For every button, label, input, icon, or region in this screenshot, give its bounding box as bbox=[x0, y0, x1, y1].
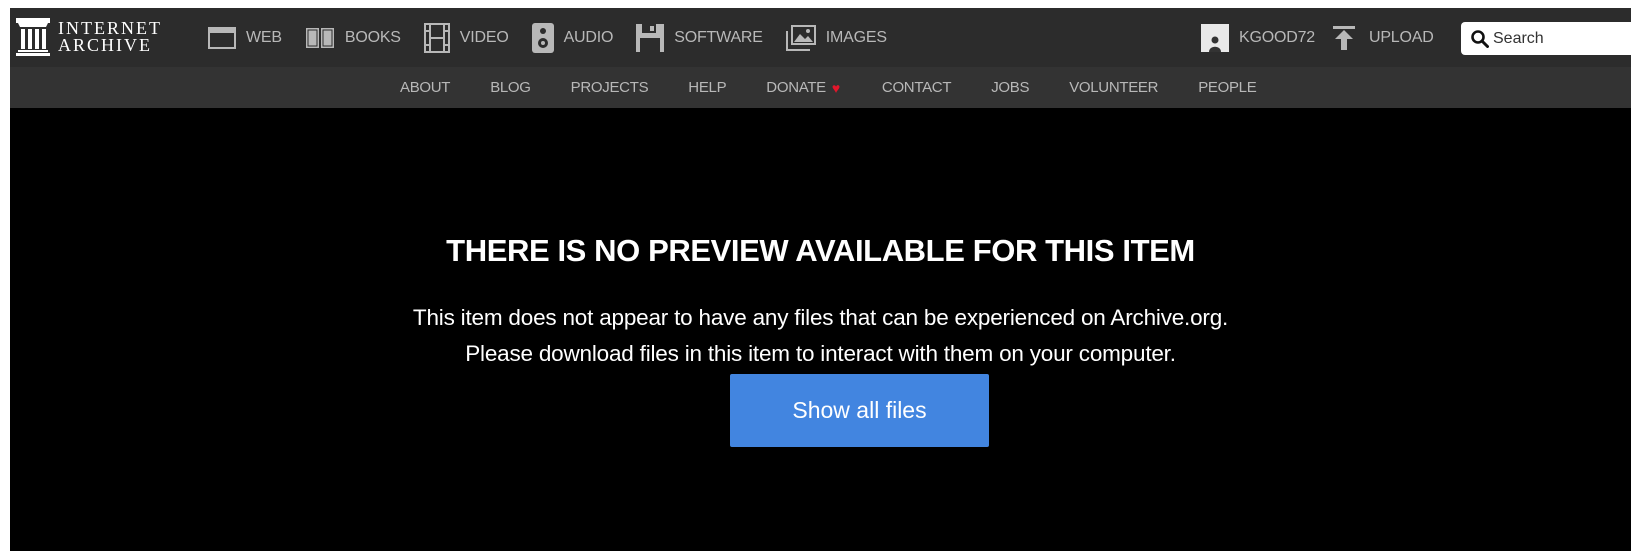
nav-donate[interactable]: DONATE ♥ bbox=[766, 79, 840, 96]
no-preview-message: This item does not appear to have any fi… bbox=[10, 300, 1631, 372]
secondary-nav: ABOUT BLOG PROJECTS HELP DONATE ♥ CONTAC… bbox=[10, 67, 1631, 108]
nav-books[interactable]: BOOKS bbox=[305, 27, 401, 49]
nav-audio[interactable]: AUDIO bbox=[531, 22, 614, 53]
search-input[interactable] bbox=[1493, 29, 1623, 48]
no-preview-message-line1: This item does not appear to have any fi… bbox=[412, 305, 1229, 330]
user-area: KGOOD72 UPLOAD bbox=[1201, 8, 1434, 67]
user-avatar[interactable] bbox=[1201, 23, 1229, 52]
nav-web-label: WEB bbox=[246, 28, 282, 46]
logo-line-archive: ARCHIVE bbox=[58, 35, 152, 55]
heart-icon: ♥ bbox=[831, 79, 840, 96]
nav-jobs[interactable]: JOBS bbox=[991, 79, 1029, 96]
archive-building-icon bbox=[16, 18, 50, 56]
books-icon bbox=[305, 27, 334, 48]
user-icon bbox=[1209, 36, 1221, 52]
search-icon bbox=[1471, 29, 1489, 48]
software-icon bbox=[636, 23, 665, 52]
no-preview-message-line2: Please download files in this item to in… bbox=[465, 341, 1176, 366]
nav-blog[interactable]: BLOG bbox=[490, 79, 531, 96]
nav-volunteer[interactable]: VOLUNTEER bbox=[1069, 79, 1158, 96]
upload-icon bbox=[1332, 25, 1355, 50]
nav-donate-label: DONATE bbox=[766, 79, 826, 96]
nav-images-label: IMAGES bbox=[825, 28, 887, 46]
nav-web[interactable]: WEB bbox=[208, 26, 282, 49]
internet-archive-logo[interactable]: INTERNET ARCHIVE bbox=[16, 13, 162, 61]
logo-wordmark: INTERNET ARCHIVE bbox=[58, 19, 162, 55]
username-link[interactable]: KGOOD72 bbox=[1239, 29, 1315, 47]
preview-area: THERE IS NO PREVIEW AVAILABLE FOR THIS I… bbox=[10, 108, 1631, 551]
web-icon bbox=[208, 26, 236, 49]
nav-about[interactable]: ABOUT bbox=[400, 79, 450, 96]
nav-audio-label: AUDIO bbox=[563, 28, 614, 46]
nav-software[interactable]: SOFTWARE bbox=[636, 23, 763, 52]
upload-label: UPLOAD bbox=[1368, 28, 1434, 46]
nav-images[interactable]: IMAGES bbox=[785, 24, 887, 51]
nav-video[interactable]: VIDEO bbox=[423, 22, 509, 53]
search-box[interactable] bbox=[1461, 22, 1631, 55]
nav-people[interactable]: PEOPLE bbox=[1198, 79, 1257, 96]
nav-video-label: VIDEO bbox=[459, 28, 509, 46]
upload-button[interactable]: UPLOAD bbox=[1332, 25, 1434, 50]
secondary-nav-links: ABOUT BLOG PROJECTS HELP DONATE ♥ CONTAC… bbox=[400, 67, 1257, 108]
nav-contact[interactable]: CONTACT bbox=[882, 79, 952, 96]
nav-projects[interactable]: PROJECTS bbox=[571, 79, 649, 96]
nav-help[interactable]: HELP bbox=[688, 79, 726, 96]
media-nav: WEB BOOKS VIDEO AUDIO SOFTWARE IMAGES bbox=[208, 8, 910, 67]
nav-software-label: SOFTWARE bbox=[674, 28, 763, 46]
page-frame: INTERNET ARCHIVE WEB BOOKS VIDEO AUDIO S… bbox=[10, 8, 1631, 551]
video-icon bbox=[423, 22, 450, 53]
nav-books-label: BOOKS bbox=[344, 28, 401, 46]
audio-icon bbox=[531, 22, 554, 53]
images-icon bbox=[785, 24, 816, 51]
top-nav: INTERNET ARCHIVE WEB BOOKS VIDEO AUDIO S… bbox=[10, 8, 1631, 67]
no-preview-heading: THERE IS NO PREVIEW AVAILABLE FOR THIS I… bbox=[446, 233, 1195, 268]
show-all-files-button[interactable]: Show all files bbox=[730, 374, 989, 447]
